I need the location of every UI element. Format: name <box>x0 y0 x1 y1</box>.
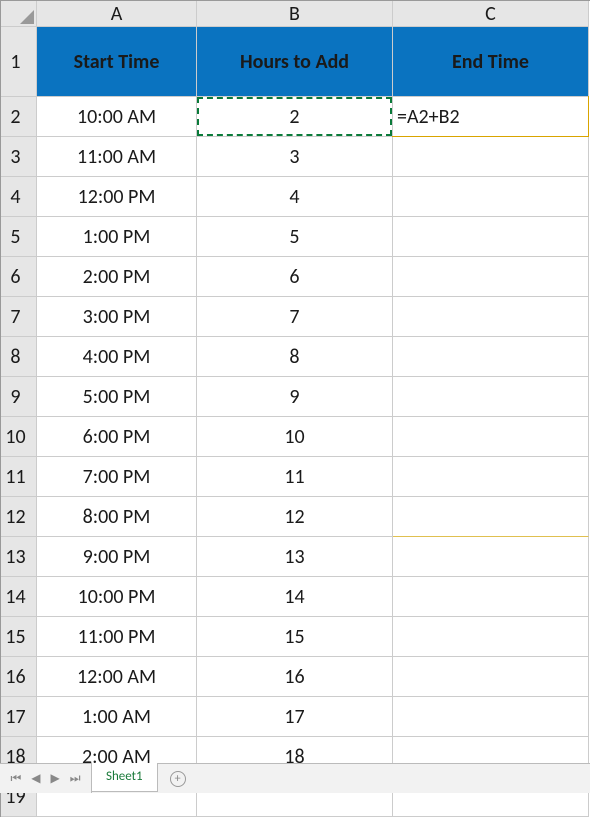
select-all-button[interactable] <box>1 1 37 27</box>
row-header[interactable]: 4 <box>1 177 37 217</box>
cell-start-time[interactable]: 8:00 PM <box>37 497 197 537</box>
cell-end-time[interactable] <box>393 297 589 337</box>
cell-end-time[interactable] <box>393 657 589 697</box>
cell-end-time[interactable] <box>393 217 589 257</box>
cell-start-time[interactable]: 5:00 PM <box>37 377 197 417</box>
row-header[interactable]: 3 <box>1 137 37 177</box>
row-header[interactable]: 15 <box>1 617 37 657</box>
table-header-hours: Hours to Add <box>197 27 393 97</box>
cell-end-time[interactable] <box>393 257 589 297</box>
cell-start-time[interactable]: 1:00 AM <box>37 697 197 737</box>
row-header[interactable]: 5 <box>1 217 37 257</box>
marching-ants-selection <box>197 97 392 136</box>
row-header[interactable]: 6 <box>1 257 37 297</box>
sheet-nav-last-icon[interactable]: ⏭ <box>70 772 81 786</box>
cell-start-time[interactable]: 3:00 PM <box>37 297 197 337</box>
cell-start-time[interactable]: 6:00 PM <box>37 417 197 457</box>
row-header[interactable]: 1 <box>1 27 37 97</box>
cell-start-time[interactable]: 7:00 PM <box>37 457 197 497</box>
cell-start-time[interactable]: 4:00 PM <box>37 337 197 377</box>
cell-hours[interactable]: 6 <box>197 257 393 297</box>
cell-hours[interactable]: 13 <box>197 537 393 577</box>
cell-hours[interactable]: 14 <box>197 577 393 617</box>
cell-start-time[interactable]: 11:00 AM <box>37 137 197 177</box>
cell-hours[interactable]: 11 <box>197 457 393 497</box>
sheet-nav-prev-icon[interactable]: ◀ <box>31 771 40 786</box>
row-header[interactable]: 7 <box>1 297 37 337</box>
row-header[interactable]: 12 <box>1 497 37 537</box>
cell-hours[interactable]: 16 <box>197 657 393 697</box>
column-header-C[interactable]: C <box>393 1 589 27</box>
cell-end-time[interactable] <box>393 177 589 217</box>
sheet-tab[interactable]: Sheet1 <box>91 763 158 792</box>
cell-hours[interactable]: 4 <box>197 177 393 217</box>
row-header[interactable]: 14 <box>1 577 37 617</box>
cell-start-time[interactable]: 11:00 PM <box>37 617 197 657</box>
active-cell-editing-border <box>392 96 589 137</box>
cell-hours[interactable]: 10 <box>197 417 393 457</box>
cell-hours[interactable]: 17 <box>197 697 393 737</box>
cell-end-time[interactable] <box>393 457 589 497</box>
cell-hours[interactable]: 9 <box>197 377 393 417</box>
cell-hours[interactable]: 3 <box>197 137 393 177</box>
plus-icon: + <box>170 771 186 787</box>
cell-end-time[interactable] <box>393 577 589 617</box>
sheet-nav-next-icon[interactable]: ▶ <box>51 771 60 786</box>
cell-start-time[interactable]: 9:00 PM <box>37 537 197 577</box>
cell-start-time[interactable]: 10:00 PM <box>37 577 197 617</box>
row-header[interactable]: 16 <box>1 657 37 697</box>
column-header-B[interactable]: B <box>197 1 393 27</box>
row-header[interactable]: 10 <box>1 417 37 457</box>
cell-hours[interactable]: 5 <box>197 217 393 257</box>
column-header-A[interactable]: A <box>37 1 197 27</box>
cell-start-time[interactable]: 12:00 PM <box>37 177 197 217</box>
cell-start-time[interactable]: 10:00 AM <box>37 97 197 137</box>
sheet-nav-buttons: ⏮ ◀ ▶ ⏭ <box>0 764 92 793</box>
sheet-tab-bar: ⏮ ◀ ▶ ⏭ Sheet1 + <box>0 763 590 793</box>
table-header-start: Start Time <box>37 27 197 97</box>
row-header[interactable]: 9 <box>1 377 37 417</box>
cell-hours[interactable]: 8 <box>197 337 393 377</box>
row-header[interactable]: 2 <box>1 97 37 137</box>
spreadsheet-grid[interactable]: ABC1Start TimeHours to AddEnd Time210:00… <box>0 0 590 817</box>
cell-end-time[interactable] <box>393 497 589 537</box>
cell-hours[interactable]: 15 <box>197 617 393 657</box>
add-sheet-button[interactable]: + <box>164 764 192 793</box>
row-header[interactable]: 17 <box>1 697 37 737</box>
cell-end-time[interactable] <box>393 137 589 177</box>
cell-end-time[interactable] <box>393 697 589 737</box>
cell-end-time[interactable] <box>393 417 589 457</box>
sheet-nav-first-icon[interactable]: ⏮ <box>10 772 21 786</box>
cell-end-time[interactable] <box>393 337 589 377</box>
cell-start-time[interactable]: 2:00 PM <box>37 257 197 297</box>
cell-end-time[interactable] <box>393 617 589 657</box>
row-header[interactable]: 8 <box>1 337 37 377</box>
cell-end-time[interactable] <box>393 377 589 417</box>
table-header-end: End Time <box>393 27 589 97</box>
cell-hours[interactable]: 12 <box>197 497 393 537</box>
cell-hours[interactable]: 7 <box>197 297 393 337</box>
row-header[interactable]: 13 <box>1 537 37 577</box>
cell-end-time[interactable] <box>393 537 589 577</box>
cell-start-time[interactable]: 1:00 PM <box>37 217 197 257</box>
cell-hours[interactable]: 2 <box>197 97 393 137</box>
cell-start-time[interactable]: 12:00 AM <box>37 657 197 697</box>
row-header[interactable]: 11 <box>1 457 37 497</box>
cell-end-time-editing[interactable]: =A2+B2 <box>393 97 589 137</box>
